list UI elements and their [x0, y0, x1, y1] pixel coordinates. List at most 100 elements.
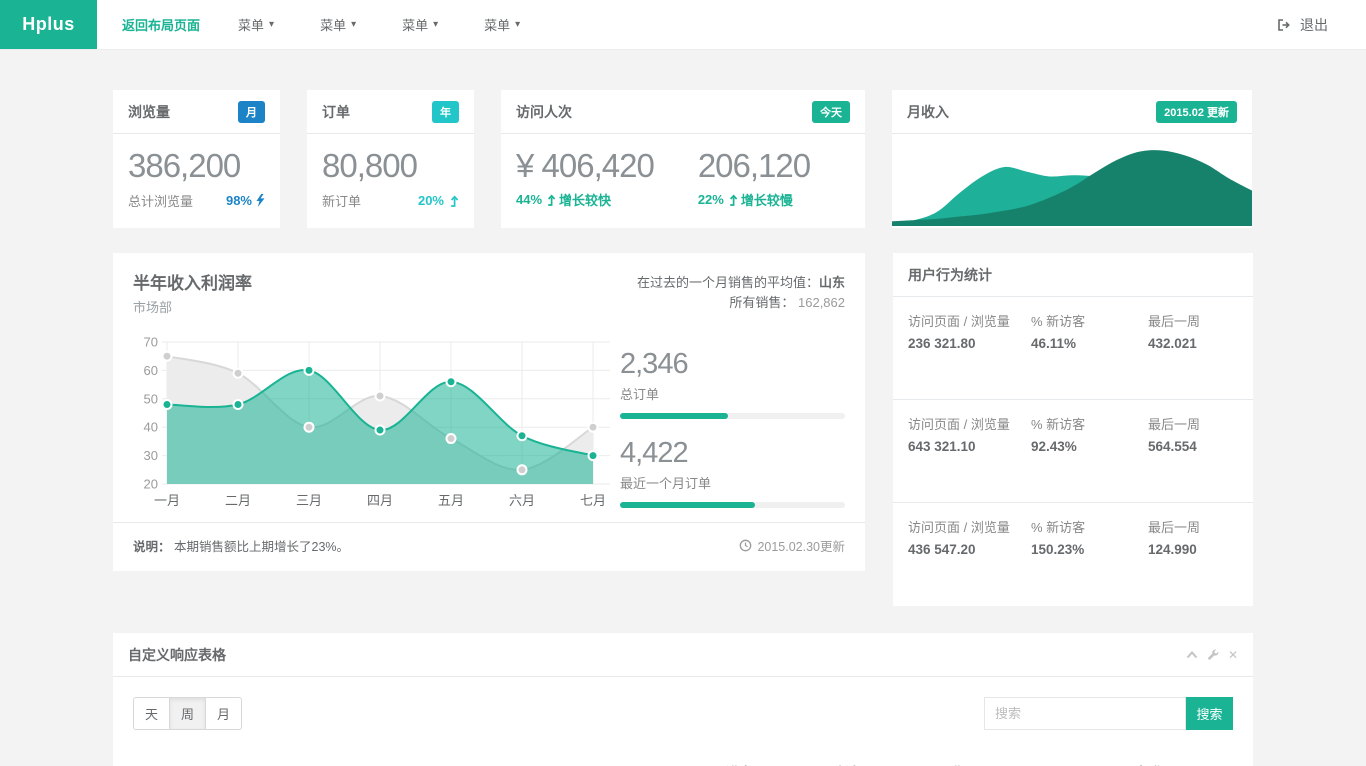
pages-label: 访问页面 / 浏览量 [908, 518, 1026, 538]
table-header-row: 项目 进度 任务 日期 操作 [133, 754, 1233, 766]
column-progress: 进度 [716, 754, 826, 766]
progress-bar [620, 413, 845, 419]
svg-text:七月: 七月 [580, 493, 606, 508]
pages-value: 236 321.80 [908, 334, 1026, 355]
pageviews-value: 386,200 [128, 148, 265, 184]
total-orders-stat: 2,346 总订单 [620, 348, 845, 419]
pageviews-delta: 98% [226, 193, 265, 208]
top-navbar: Hplus 返回布局页面 菜单 ▾ 菜单 ▾ 菜单 ▾ 菜单 ▾ 退出 [0, 0, 1366, 50]
period-filter-group: 天 周 月 [133, 697, 242, 730]
footer-note-label: 说明： [133, 540, 171, 554]
pageviews-card: 浏览量 月 386,200 总计浏览量 98% [113, 90, 280, 228]
user-stats-row: 访问页面 / 浏览量 236 321.80 % 新访客 46.11% 最后一周 … [893, 297, 1253, 400]
avg-sales-value: 山东 [819, 275, 845, 290]
column-action: 操作 [1129, 754, 1234, 766]
svg-text:60: 60 [144, 363, 158, 378]
visits-card: 访问人次 今天 ¥ 406,420 44% 增长较快 20 [501, 90, 865, 228]
filter-day-button[interactable]: 天 [133, 697, 170, 730]
orders-delta: 20% [418, 193, 459, 208]
updated-timestamp: 2015.02.30更新 [757, 536, 845, 555]
profit-chart-column: 半年收入利润率 市场部 203040506070一月二月三月四月五月六月七月 [133, 269, 620, 512]
caret-down-icon: ▾ [515, 19, 520, 30]
card-title: 访问人次 [516, 102, 572, 122]
svg-text:二月: 二月 [225, 493, 251, 508]
visits-delta-1: 44% 增长较快 [516, 190, 654, 209]
footer-note-text: 本期销售额比上期增长了23%。 [174, 540, 349, 554]
new-visitors-label: % 新访客 [1031, 312, 1136, 332]
settings-button[interactable] [1207, 649, 1219, 661]
user-behavior-title: 用户行为统计 [908, 265, 992, 285]
svg-text:20: 20 [144, 477, 158, 492]
nav-menu-3[interactable]: 菜单 ▾ [379, 15, 461, 34]
user-behavior-panel: 用户行为统计 访问页面 / 浏览量 236 321.80 % 新访客 46.11… [893, 253, 1253, 606]
user-stats-row: 访问页面 / 浏览量 436 547.20 % 新访客 150.23% 最后一周… [893, 503, 1253, 606]
stat-cards-row: 浏览量 月 386,200 总计浏览量 98% 订单 [113, 90, 1253, 228]
brand-logo[interactable]: Hplus [0, 0, 97, 49]
logout-button[interactable]: 退出 [1276, 0, 1366, 49]
orders-card: 订单 年 80,800 新订单 20% [307, 90, 474, 228]
svg-text:40: 40 [144, 420, 158, 435]
close-button[interactable]: ✕ [1228, 648, 1238, 662]
search-button[interactable]: 搜索 [1186, 697, 1233, 730]
search-input[interactable] [984, 697, 1186, 730]
chevron-up-icon [1186, 650, 1198, 659]
svg-text:五月: 五月 [438, 493, 464, 508]
wrench-icon [1207, 649, 1219, 661]
caret-down-icon: ▾ [269, 19, 274, 30]
new-visitors-value: 92.43% [1031, 437, 1136, 458]
period-badge: 年 [432, 101, 459, 123]
progress-bar-fill [620, 502, 755, 508]
page-content: 浏览量 月 386,200 总计浏览量 98% 订单 [113, 50, 1253, 766]
card-title: 订单 [322, 102, 350, 122]
monthly-orders-value: 4,422 [620, 437, 845, 470]
monthly-orders-label: 最近一个月订单 [620, 473, 845, 492]
last-week-label: 最后一周 [1148, 312, 1238, 332]
last-week-value: 432.021 [1148, 334, 1238, 355]
last-week-label: 最后一周 [1148, 518, 1238, 538]
orders-value: 80,800 [322, 148, 459, 184]
visits-stat-2: 206,120 22% 增长较慢 [698, 148, 810, 209]
profit-stats-column: 在过去的一个月销售的平均值：山东 所有销售： 162,862 2,346 总订单… [620, 269, 845, 512]
table-panel-title: 自定义响应表格 [128, 645, 226, 665]
period-badge: 月 [238, 101, 265, 123]
nav-menu-4[interactable]: 菜单 ▾ [461, 15, 543, 34]
bolt-icon [256, 194, 265, 207]
logout-label: 退出 [1300, 15, 1328, 35]
new-visitors-value: 150.23% [1031, 540, 1136, 561]
updated-badge: 2015.02 更新 [1156, 101, 1237, 123]
pages-label: 访问页面 / 浏览量 [908, 415, 1026, 435]
profit-title: 半年收入利润率 [133, 269, 620, 294]
caret-down-icon: ▾ [351, 19, 356, 30]
column-project: 项目 [133, 754, 716, 766]
card-title: 月收入 [907, 102, 949, 122]
nav-menu-1[interactable]: 菜单 ▾ [215, 15, 297, 34]
last-week-value: 124.990 [1148, 540, 1238, 561]
close-icon: ✕ [1228, 648, 1238, 662]
progress-bar [620, 502, 845, 508]
nav-links: 返回布局页面 菜单 ▾ 菜单 ▾ 菜单 ▾ 菜单 ▾ [97, 0, 543, 49]
back-to-layout-link[interactable]: 返回布局页面 [107, 15, 215, 34]
visits-value-1: ¥ 406,420 [516, 148, 654, 184]
new-visitors-label: % 新访客 [1031, 415, 1136, 435]
nav-menu-2[interactable]: 菜单 ▾ [297, 15, 379, 34]
total-orders-value: 2,346 [620, 348, 845, 381]
column-task: 任务 [826, 754, 931, 766]
filter-month-button[interactable]: 月 [205, 697, 242, 730]
visits-delta-2: 22% 增长较慢 [698, 190, 810, 209]
table-search: 搜索 [984, 697, 1233, 730]
all-sales-value: 162,862 [798, 295, 845, 310]
total-orders-label: 总订单 [620, 384, 845, 403]
svg-text:一月: 一月 [154, 493, 180, 508]
svg-text:70: 70 [144, 335, 158, 350]
avg-sales-label: 在过去的一个月销售的平均值： [637, 275, 819, 290]
visits-stat-1: ¥ 406,420 44% 增长较快 [516, 148, 654, 209]
level-up-icon [727, 194, 738, 206]
collapse-button[interactable] [1186, 650, 1198, 659]
sign-out-icon [1276, 17, 1292, 33]
period-badge: 今天 [812, 101, 850, 123]
svg-text:四月: 四月 [367, 493, 393, 508]
new-visitors-value: 46.11% [1031, 334, 1136, 355]
filter-week-button[interactable]: 周 [169, 697, 206, 730]
middle-row: 半年收入利润率 市场部 203040506070一月二月三月四月五月六月七月 在… [113, 253, 1253, 606]
user-stats-row: 访问页面 / 浏览量 643 321.10 % 新访客 92.43% 最后一周 … [893, 400, 1253, 503]
